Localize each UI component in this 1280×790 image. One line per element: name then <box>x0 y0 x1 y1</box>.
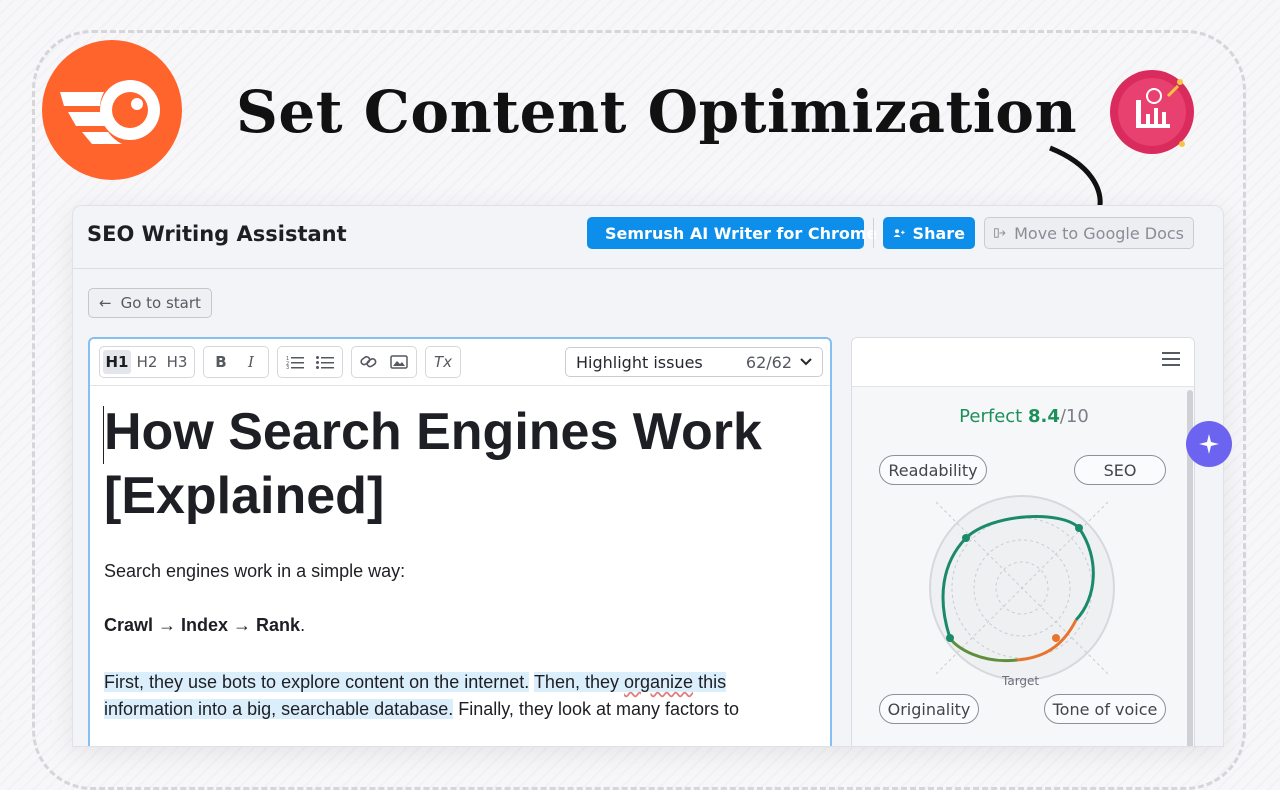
chevron-down-icon <box>800 358 812 366</box>
title-line-1: How Search Engines Work <box>104 403 762 461</box>
arrow-left-icon: ← <box>99 294 112 312</box>
app-topbar: SEO Writing Assistant Semrush AI Writer … <box>73 206 1223 269</box>
overall-score: Perfect 8.4/10 <box>852 406 1194 427</box>
target-label: Target <box>1002 674 1040 688</box>
sentence-2-end: this <box>698 672 727 692</box>
sentence-4: Finally, they look at many factors to <box>458 699 740 719</box>
go-to-start-button[interactable]: ← Go to start <box>88 288 212 318</box>
steps-bold-text: Crawl → Index → Rank <box>104 615 301 635</box>
chrome-button-label: Semrush AI Writer for Chrome <box>605 223 878 243</box>
bold-button[interactable]: B <box>207 350 235 374</box>
clear-formatting-button[interactable]: Tx <box>429 350 457 374</box>
sparkle-icon <box>1199 434 1219 454</box>
paragraph-steps: Crawl → Index → Rank. <box>104 615 305 636</box>
menu-icon[interactable] <box>1162 352 1180 368</box>
bullet-list-button[interactable] <box>311 350 339 374</box>
link-button[interactable] <box>355 350 383 374</box>
sentence-2-start: Then, they <box>533 672 619 692</box>
title-line-2: [Explained] <box>104 467 385 525</box>
seo-pill[interactable]: SEO <box>1074 455 1166 485</box>
link-icon <box>360 356 377 368</box>
ai-assistant-button[interactable] <box>1186 421 1232 467</box>
export-icon <box>994 228 1006 238</box>
document-editor[interactable]: H1 H2 H3 B I 1 2 3 Tx Highlight issues 6… <box>88 337 832 746</box>
flagged-word[interactable]: organize <box>624 672 693 692</box>
format-group: B I <box>203 346 269 378</box>
image-button[interactable] <box>385 350 413 374</box>
heading-group: H1 H2 H3 <box>99 346 195 378</box>
heading-1-button[interactable]: H1 <box>103 350 131 374</box>
list-group: 1 2 3 <box>277 346 343 378</box>
score-max: /10 <box>1059 406 1089 427</box>
bullet-list-icon <box>316 356 334 369</box>
share-button[interactable]: Share <box>883 217 975 249</box>
add-user-icon <box>893 229 905 238</box>
document-body[interactable]: How Search Engines Work [Explained] Sear… <box>90 386 830 719</box>
numbered-list-icon: 1 2 3 <box>286 356 304 369</box>
share-button-label: Share <box>912 223 965 243</box>
highlight-issues-select[interactable]: Highlight issues 62/62 <box>565 347 823 377</box>
score-label: Perfect <box>959 406 1023 427</box>
numbered-list-button[interactable]: 1 2 3 <box>281 350 309 374</box>
app-title: SEO Writing Assistant <box>87 222 347 246</box>
go-to-start-label: Go to start <box>120 294 201 312</box>
move-to-google-docs-button[interactable]: Move to Google Docs <box>984 217 1194 249</box>
highlighted-sentence-2[interactable]: Then, they organize this <box>533 672 727 692</box>
paragraph-explanation: First, they use bots to explore content … <box>104 669 814 723</box>
svg-text:3: 3 <box>286 365 289 369</box>
highlighted-sentence-3[interactable]: information into a big, searchable datab… <box>104 699 454 719</box>
text-cursor <box>103 406 104 464</box>
heading-3-button[interactable]: H3 <box>163 350 191 374</box>
editor-toolbar: H1 H2 H3 B I 1 2 3 Tx Highlight issues 6… <box>90 339 830 386</box>
panel-header <box>852 338 1194 387</box>
readability-pill[interactable]: Readability <box>879 455 987 485</box>
seo-writing-assistant-window: SEO Writing Assistant Semrush AI Writer … <box>72 205 1224 747</box>
score-radar-chart <box>929 495 1115 681</box>
steps-period: . <box>300 615 306 635</box>
content-score-panel: Perfect 8.4/10 Readability SEO Target Or… <box>851 337 1195 746</box>
analytics-chart-badge-icon <box>1108 68 1196 156</box>
score-value: 8.4 <box>1027 406 1060 427</box>
heading-2-button[interactable]: H2 <box>133 350 161 374</box>
paragraph-intro: Search engines work in a simple way: <box>104 561 406 581</box>
highlighted-sentence-1[interactable]: First, they use bots to explore content … <box>104 672 530 692</box>
document-title: How Search Engines Work [Explained] <box>104 400 824 528</box>
move-button-label: Move to Google Docs <box>1014 223 1184 243</box>
insert-group <box>351 346 417 378</box>
issues-count: 62/62 <box>745 352 792 372</box>
semrush-logo-icon <box>42 40 182 180</box>
italic-button[interactable]: I <box>237 350 265 374</box>
chrome-extension-button[interactable]: Semrush AI Writer for Chrome <box>587 217 877 249</box>
highlight-select-label: Highlight issues <box>576 352 703 372</box>
image-icon <box>390 355 408 369</box>
toolbar-divider <box>873 218 874 248</box>
clear-format-group: Tx <box>425 346 461 378</box>
page-headline: Set Content Optimization <box>236 78 1078 146</box>
